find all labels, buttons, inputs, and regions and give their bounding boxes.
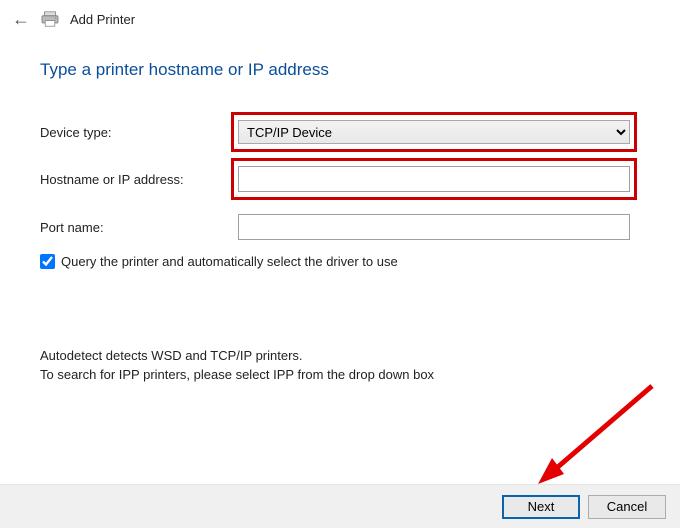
hostname-label: Hostname or IP address: <box>40 172 238 187</box>
back-arrow-icon[interactable]: ← <box>12 10 30 28</box>
port-name-row: Port name: <box>40 214 640 240</box>
annotation-arrow-icon <box>530 380 660 490</box>
device-type-row: Device type: TCP/IP Device <box>40 120 640 144</box>
dialog-header: ← Add Printer <box>0 0 680 32</box>
dialog-footer: Next Cancel <box>0 484 680 528</box>
port-name-input[interactable] <box>238 214 630 240</box>
hostname-input[interactable] <box>238 166 630 192</box>
query-checkbox-row: Query the printer and automatically sele… <box>40 254 640 269</box>
printer-icon <box>40 11 60 27</box>
query-checkbox[interactable] <box>40 254 55 269</box>
info-line-1: Autodetect detects WSD and TCP/IP printe… <box>40 347 640 366</box>
query-checkbox-label: Query the printer and automatically sele… <box>61 254 398 269</box>
device-type-label: Device type: <box>40 125 238 140</box>
info-line-2: To search for IPP printers, please selec… <box>40 366 640 385</box>
dialog-content: Type a printer hostname or IP address De… <box>0 32 680 385</box>
page-title: Type a printer hostname or IP address <box>40 60 640 80</box>
port-name-label: Port name: <box>40 220 238 235</box>
window-title: Add Printer <box>70 12 135 27</box>
info-text: Autodetect detects WSD and TCP/IP printe… <box>40 347 640 385</box>
cancel-button[interactable]: Cancel <box>588 495 666 519</box>
hostname-row: Hostname or IP address: <box>40 166 640 192</box>
device-type-select[interactable]: TCP/IP Device <box>238 120 630 144</box>
next-button[interactable]: Next <box>502 495 580 519</box>
